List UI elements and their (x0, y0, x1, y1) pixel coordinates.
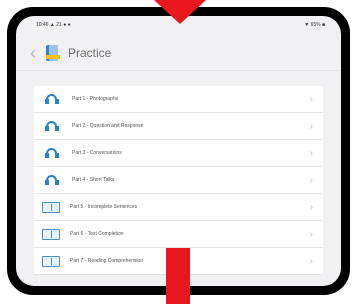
list-item-label: Part 2 - Question and Response (72, 123, 144, 129)
list-item-part-3[interactable]: Part 3 - Conversations › (34, 140, 323, 167)
headphones-icon (42, 93, 62, 105)
list-item-label: Part 6 - Text Completion (70, 231, 124, 237)
chevron-right-icon: › (309, 93, 313, 105)
book-icon (42, 255, 60, 267)
chevron-right-icon: › (309, 120, 313, 132)
annotation-bar-marker (166, 248, 190, 304)
list-item-label: Part 1 - Photographs (72, 96, 119, 102)
annotation-arrow-down-icon (154, 0, 206, 24)
book-icon (42, 201, 60, 213)
practice-parts-list: Part 1 - Photographs › Part 2 - Question… (34, 86, 323, 275)
list-item-part-6[interactable]: Part 6 - Text Completion › (34, 221, 323, 248)
practice-book-icon (46, 45, 60, 61)
nav-bar: ‹ Practice (16, 36, 341, 71)
screen: 10:46 ▲ 21 ● ● ▼ 65% ■ ‹ Practice Part 1… (16, 16, 341, 286)
list-item-label: Part 5 - Incomplete Sentences (70, 204, 138, 210)
headphones-icon (42, 147, 62, 159)
chevron-right-icon: › (309, 255, 313, 267)
list-item-part-2[interactable]: Part 2 - Question and Response › (34, 113, 323, 140)
back-chevron-icon[interactable]: ‹ (30, 44, 40, 62)
chevron-right-icon: › (309, 201, 313, 213)
list-item-label: Part 3 - Conversations (72, 150, 122, 156)
page-title: Practice (68, 46, 112, 60)
chevron-right-icon: › (309, 174, 313, 186)
list-item-part-1[interactable]: Part 1 - Photographs › (34, 86, 323, 113)
list-item-label: Part 4 - Short Talks (72, 177, 115, 183)
list-item-part-5[interactable]: Part 5 - Incomplete Sentences › (34, 194, 323, 221)
chevron-right-icon: › (309, 147, 313, 159)
status-right: ▼ 65% ■ (304, 22, 325, 28)
chevron-right-icon: › (309, 228, 313, 240)
headphones-icon (42, 120, 62, 132)
status-left: 10:46 ▲ 21 ● ● (36, 22, 71, 28)
list-item-part-4[interactable]: Part 4 - Short Talks › (34, 167, 323, 194)
book-icon (42, 228, 60, 240)
headphones-icon (42, 174, 62, 186)
